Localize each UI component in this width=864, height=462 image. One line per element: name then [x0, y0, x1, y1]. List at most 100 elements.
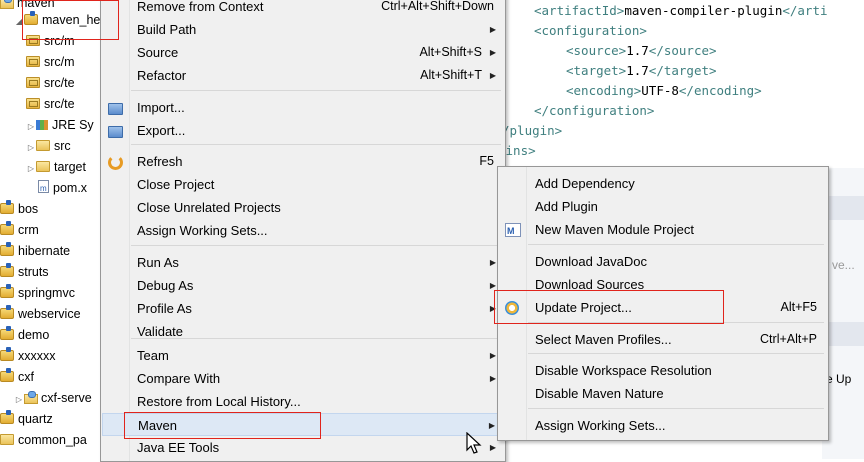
menu-item-label: Run As [137, 255, 179, 270]
menu-item-shortcut: Alt+Shift+T [420, 68, 482, 82]
tree-item-label: demo [18, 328, 50, 342]
menu-item-maven[interactable]: Maven ▶ [102, 413, 504, 436]
xml-open-tag: <artifactId> [534, 3, 625, 18]
menu-item-run-as[interactable]: Run As ▶ [102, 251, 504, 274]
tree-item[interactable]: ▷ JRE Sy [26, 115, 94, 136]
project-icon [0, 347, 14, 361]
menu-item-label: Refactor [137, 68, 187, 83]
xml-close-tag: </target> [648, 63, 717, 78]
menu-item-validate[interactable]: Validate [102, 320, 504, 343]
menu-item-label: Close Project [137, 177, 215, 192]
menu-separator [131, 245, 501, 246]
tree-item-label: bos [18, 202, 39, 216]
xml-text: 1.7 [626, 63, 649, 78]
menu-item-update-project[interactable]: Update Project... Alt+F5 [499, 296, 827, 319]
menu-item-close-unrelated-projects[interactable]: Close Unrelated Projects [102, 196, 504, 219]
panel-text-fragment: e Up [826, 372, 852, 386]
menu-item-profile-as[interactable]: Profile As ▶ [102, 297, 504, 320]
tree-item[interactable]: ◢ maven_he [14, 10, 100, 31]
tree-item[interactable]: src/te [26, 94, 75, 115]
menu-item-label: New Maven Module Project [535, 222, 694, 237]
menu-item-disable-maven-nature[interactable]: Disable Maven Nature [499, 382, 827, 405]
menu-item-import[interactable]: Import... [102, 96, 504, 119]
tree-item[interactable]: src/m [26, 31, 75, 52]
xml-open-tag: /plugin> [502, 123, 563, 138]
tree-item[interactable]: ▷ cxf-serve [14, 388, 92, 409]
expand-arrow-icon[interactable]: ▷ [14, 389, 24, 410]
project-context-menu: Remove from Context Ctrl+Alt+Shift+Down Bu… [100, 0, 506, 462]
tree-item[interactable]: struts [0, 262, 49, 283]
menu-item-restore-from-local-history[interactable]: Restore from Local History... [102, 390, 504, 413]
project-icon [0, 200, 14, 214]
menu-item-export[interactable]: Export... [102, 119, 504, 142]
menu-item-disable-workspace-resolution[interactable]: Disable Workspace Resolution [499, 359, 827, 382]
menu-item-close-project[interactable]: Close Project [102, 173, 504, 196]
submenu-arrow-icon: ▶ [489, 25, 496, 34]
tree-item-label: target [54, 160, 86, 174]
submenu-arrow-icon: ▶ [489, 258, 496, 267]
menu-item-label: Validate [137, 324, 184, 339]
project-icon [0, 263, 14, 277]
menu-item-assign-working-sets[interactable]: Assign Working Sets... [102, 219, 504, 242]
menu-item-refactor[interactable]: Refactor Alt+Shift+T ▶ [102, 64, 504, 87]
submenu-arrow-icon: ▶ [489, 48, 496, 57]
update-project-icon [505, 301, 519, 315]
menu-item-label: Team [137, 348, 169, 363]
tree-item[interactable]: cxf [0, 367, 34, 388]
tree-item[interactable]: pom.x [38, 178, 87, 199]
tree-item[interactable]: quartz [0, 409, 53, 430]
tree-item[interactable]: ▷ src [26, 136, 71, 157]
menu-item-debug-as[interactable]: Debug As ▶ [102, 274, 504, 297]
tree-item[interactable]: demo [0, 325, 49, 346]
pom-xml-editor[interactable]: <artifactId>maven-compiler-plugin</arti <… [498, 0, 864, 168]
project-icon [0, 221, 14, 235]
menu-item-download-sources[interactable]: Download Sources [499, 273, 827, 296]
expand-arrow-icon[interactable]: ▷ [26, 137, 36, 158]
xml-text: UTF-8 [641, 83, 679, 98]
menu-item-add-plugin[interactable]: Add Plugin [499, 195, 827, 218]
tree-item-label: xxxxxx [18, 349, 56, 363]
tree-item[interactable]: src/te [26, 73, 75, 94]
tree-item[interactable]: xxxxxx [0, 346, 56, 367]
submenu-arrow-icon: ▶ [488, 421, 495, 430]
menu-item-label: Build Path [137, 22, 197, 37]
menu-item-source[interactable]: Source Alt+Shift+S ▶ [102, 41, 504, 64]
menu-item-label: Remove from Context [137, 0, 264, 14]
menu-item-team[interactable]: Team ▶ [102, 344, 504, 367]
xml-text: 1.7 [626, 43, 649, 58]
expand-arrow-icon[interactable]: ▷ [26, 116, 36, 137]
package-folder-icon [26, 98, 40, 109]
mouse-cursor-icon [466, 432, 482, 454]
menu-item-download-javadoc[interactable]: Download JavaDoc [499, 250, 827, 273]
menu-item-select-maven-profiles[interactable]: Select Maven Profiles... Ctrl+Alt+P [499, 328, 827, 351]
expand-arrow-icon[interactable]: ◢ [14, 11, 24, 32]
menu-item-compare-with[interactable]: Compare With ▶ [102, 367, 504, 390]
tree-item-label: cxf [18, 370, 34, 384]
menu-item-remove-from-context[interactable]: Remove from Context Ctrl+Alt+Shift+Down [102, 0, 504, 18]
menu-item-assign-working-sets[interactable]: Assign Working Sets... [499, 414, 827, 437]
menu-item-label: Download JavaDoc [535, 254, 648, 269]
menu-item-new-maven-module-project[interactable]: New Maven Module Project [499, 218, 827, 243]
tree-item[interactable]: src/m [26, 52, 75, 73]
package-folder-icon [26, 77, 40, 88]
tree-item[interactable]: bos [0, 199, 38, 220]
expand-arrow-icon[interactable]: ▷ [26, 158, 36, 179]
menu-item-add-dependency[interactable]: Add Dependency [499, 172, 827, 195]
tree-item[interactable]: common_pa [0, 430, 87, 451]
tree-item[interactable]: ▷ target [26, 157, 86, 178]
tree-item-label: JRE Sy [52, 118, 94, 132]
tree-item-label: src [54, 139, 71, 153]
submenu-arrow-icon: ▶ [489, 281, 496, 290]
menu-item-label: Select Maven Profiles... [535, 332, 672, 347]
menu-item-label: Close Unrelated Projects [137, 200, 281, 215]
tree-item[interactable]: crm [0, 220, 39, 241]
tree-item[interactable]: springmvc [0, 283, 75, 304]
tree-item[interactable]: hibernate [0, 241, 70, 262]
folder-icon [0, 434, 14, 445]
menu-item-refresh[interactable]: Refresh F5 [102, 150, 504, 173]
menu-item-build-path[interactable]: Build Path ▶ [102, 18, 504, 41]
tree-item[interactable]: webservice [0, 304, 81, 325]
maven-module-icon [505, 220, 521, 243]
code-line: <configuration> [534, 21, 647, 41]
menu-item-java-ee-tools[interactable]: Java EE Tools ▶ [102, 436, 504, 459]
